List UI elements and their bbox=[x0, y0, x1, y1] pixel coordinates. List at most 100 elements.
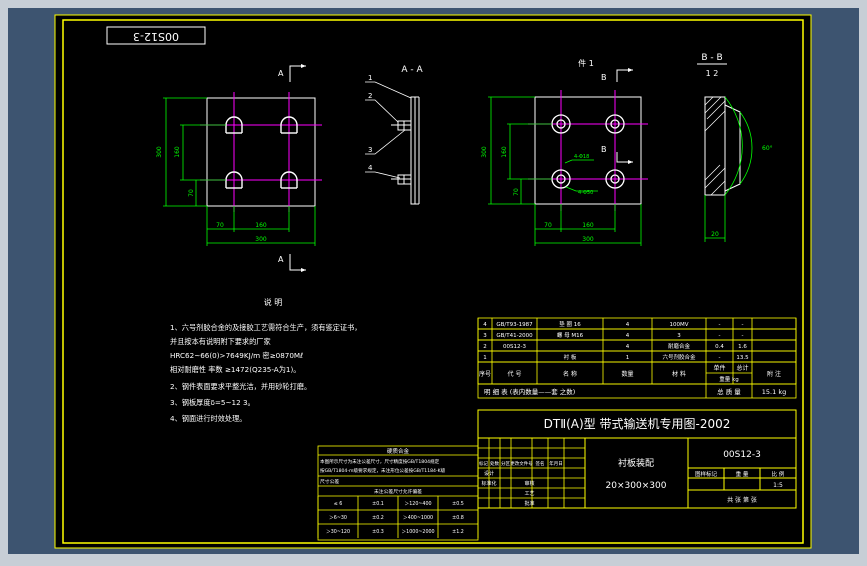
tolerance-cell: ±0.1 bbox=[372, 501, 384, 507]
tolerance-cell: ＞30~120 bbox=[326, 529, 350, 535]
tolerance-cell: ±0.2 bbox=[372, 515, 384, 521]
parts-header-cell: 总计 bbox=[736, 364, 748, 372]
note-line: 相对耐磨性 率数 ≥1472(Q235-A为1)。 bbox=[170, 365, 300, 374]
parts-header-cell: 代 号 bbox=[508, 370, 522, 378]
callout: 1 bbox=[368, 74, 372, 82]
dim-label: 70 bbox=[544, 222, 552, 229]
parts-header-cell: 序号 bbox=[479, 370, 491, 378]
revision-header: 更改文件号 bbox=[510, 460, 533, 467]
dim-label: 160 bbox=[255, 222, 267, 229]
parts-cell: 100MV bbox=[669, 322, 688, 328]
tolerance-cell: ±0.3 bbox=[372, 529, 384, 535]
sheet-label: 共 张 第 张 bbox=[727, 496, 757, 504]
parts-header-cell: 材 料 bbox=[672, 370, 686, 378]
series-title: DTⅡ(A)型 带式输送机专用图-2002 bbox=[544, 416, 731, 431]
parts-cell: 4 bbox=[483, 322, 487, 328]
parts-header-cell: 单件 bbox=[713, 364, 725, 372]
parts-cell: 耐磨合金 bbox=[668, 342, 691, 350]
dim-label: 70 bbox=[188, 189, 195, 197]
scale-label: 比 例 bbox=[772, 470, 785, 478]
dim-label: 160 bbox=[582, 222, 594, 229]
note-line: 并且按本有说明附下要求的厂家 bbox=[170, 337, 271, 346]
section-mark-b-top: B bbox=[601, 73, 607, 82]
stage-label: 图样标记 bbox=[695, 470, 718, 478]
section-bb-title: B - B bbox=[701, 53, 722, 63]
parts-header-cell: 附 注 bbox=[767, 370, 781, 378]
role-label: 审核 bbox=[524, 480, 534, 487]
parts-cell: 4 bbox=[626, 322, 630, 328]
part-label: 件 1 bbox=[578, 58, 594, 68]
parts-cell: GB/T41-2000 bbox=[496, 333, 533, 339]
dim-label: 60° bbox=[762, 145, 773, 152]
hole-note: 4-Φ18 bbox=[574, 154, 589, 160]
parts-cell: 1.6 bbox=[738, 344, 747, 350]
note-line: 1、六号剂胶合金的及接胶工艺需符合生产，须有鉴定证书， bbox=[170, 323, 361, 332]
parts-cell: - bbox=[719, 333, 721, 339]
tolerance-intro: 本图所示尺寸为未注公差尺寸，尺寸精度按GB/T1804规定 bbox=[320, 458, 440, 465]
role-label: 工艺 bbox=[524, 491, 534, 497]
dim-label: 300 bbox=[481, 146, 488, 158]
section-mark-a-bottom: A bbox=[278, 255, 284, 264]
tolerance-subtitle: 尺寸公差 bbox=[320, 478, 339, 485]
revision-header: 签名 bbox=[536, 460, 545, 467]
parts-cell: 螺 母 M16 bbox=[557, 331, 584, 339]
tolerance-cell: ＞400~1000 bbox=[403, 515, 433, 521]
role-label: 设计 bbox=[484, 470, 494, 477]
mass-value: 15.1 kg bbox=[762, 388, 786, 396]
dim-label: 300 bbox=[582, 236, 594, 243]
weight-label: 重 量 bbox=[736, 470, 749, 478]
parts-cell: 2 bbox=[483, 344, 487, 350]
note-line: 2、钢件表面要求平整光洁，并用砂轮打磨。 bbox=[170, 382, 311, 391]
parts-cell: - bbox=[742, 333, 744, 339]
cad-viewport[interactable]: 00S12-3 300 160 70 300 160 70 A A A - A … bbox=[0, 0, 867, 562]
parts-header-cell: 名 称 bbox=[563, 370, 577, 378]
parts-cell: GB/T93-1987 bbox=[496, 322, 533, 328]
section-aa-title: A - A bbox=[401, 65, 423, 75]
part-name: 衬板装配 bbox=[618, 457, 654, 469]
revision-header: 年月日 bbox=[549, 460, 563, 467]
parts-summary: 明 细 表 (表内数量——套 之数) bbox=[484, 387, 575, 396]
tolerance-cell: ＞6~30 bbox=[329, 515, 347, 521]
callout: 2 bbox=[368, 92, 372, 100]
hole-note: 4-Φ50 bbox=[578, 190, 593, 196]
parts-cell: 3 bbox=[483, 333, 487, 339]
revision-header: 分区 bbox=[501, 460, 510, 467]
parts-cell: 00S12-3 bbox=[503, 344, 526, 350]
revision-header: 标记 bbox=[479, 460, 488, 467]
callout: 4 bbox=[368, 164, 373, 172]
drawing-canvas: 00S12-3 300 160 70 300 160 70 A A A - A … bbox=[0, 0, 867, 562]
parts-cell: 13.5 bbox=[736, 355, 749, 361]
parts-cell: - bbox=[742, 322, 744, 328]
parts-cell: 0.4 bbox=[715, 344, 724, 350]
role-label: 标准化 bbox=[481, 480, 496, 487]
notes-title: 说 明 bbox=[264, 297, 283, 307]
dim-label: 300 bbox=[156, 146, 163, 158]
tolerance-cell: ＞120~400 bbox=[404, 501, 431, 507]
parts-cell: 垫 圈 16 bbox=[559, 320, 581, 328]
parts-cell: 1 bbox=[483, 355, 487, 361]
callout: 3 bbox=[368, 146, 372, 154]
parts-cell: 4 bbox=[626, 344, 630, 350]
drawing-number-stamp: 00S12-3 bbox=[133, 30, 179, 43]
dim-label: 300 bbox=[255, 236, 267, 243]
parts-cell: - bbox=[719, 355, 721, 361]
tolerance-subtitle2: 未注公差尺寸允许偏差 bbox=[374, 488, 422, 495]
parts-cell: 1 bbox=[626, 355, 630, 361]
section-bb-scale: 1 2 bbox=[706, 69, 719, 78]
note-line: 4、钢面进行时效处理。 bbox=[170, 414, 246, 423]
parts-cell: 4 bbox=[626, 333, 630, 339]
parts-cell: 六号剂胶合金 bbox=[662, 353, 696, 361]
section-mark-a-top: A bbox=[278, 69, 284, 78]
tolerance-title: 硬质合金 bbox=[387, 447, 410, 455]
parts-cell: 衬 板 bbox=[564, 353, 577, 361]
tolerance-cell: ＞1000~2000 bbox=[401, 529, 434, 535]
tolerance-intro: 按GB/T1804-m级要求规定，未注形位公差按GB/T1184-K级 bbox=[320, 467, 446, 474]
parts-cell: 3 bbox=[677, 333, 681, 339]
part-spec: 20×300×300 bbox=[606, 481, 667, 491]
tolerance-cell: ±1.2 bbox=[452, 529, 464, 535]
role-label: 批准 bbox=[524, 500, 534, 507]
mass-label: 总 质 量 bbox=[717, 387, 741, 396]
dim-label: 160 bbox=[501, 146, 508, 158]
dim-label: 70 bbox=[513, 188, 520, 196]
dim-label: 160 bbox=[174, 146, 181, 158]
